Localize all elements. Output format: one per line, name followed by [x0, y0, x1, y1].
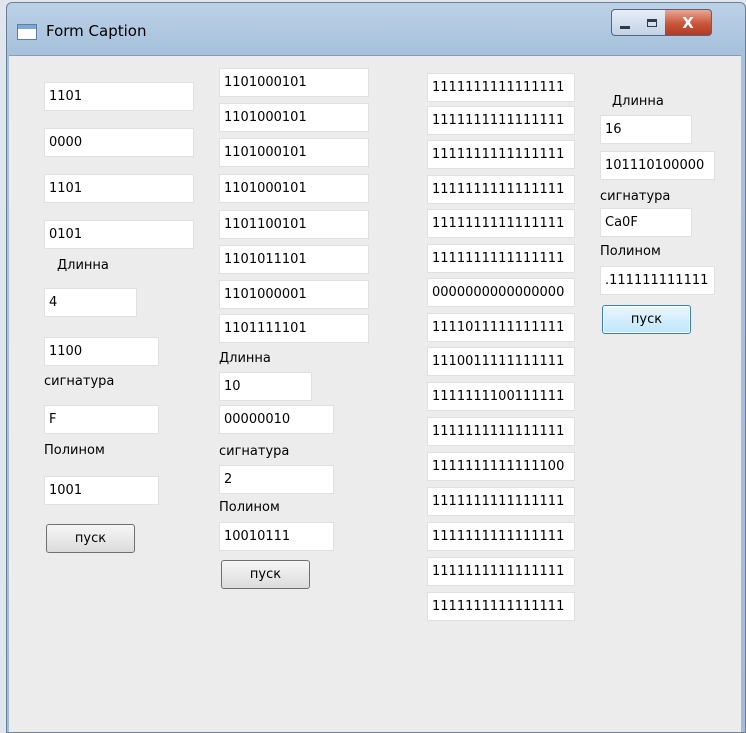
- p3-field-11[interactable]: 1111111111111111: [427, 417, 575, 446]
- p1-result-field[interactable]: 1100: [44, 337, 159, 366]
- p3-field-15[interactable]: 1111111111111111: [427, 557, 575, 586]
- p3-field-7[interactable]: 0000000000000000: [427, 278, 575, 307]
- p2-field-2[interactable]: 1101000101: [219, 103, 369, 132]
- title-bar[interactable]: Form Caption X: [7, 3, 745, 55]
- p4-length-label: Длинна: [612, 94, 664, 109]
- p3-field-10[interactable]: 1111111100111111: [427, 382, 575, 411]
- p2-field-4[interactable]: 1101000101: [219, 174, 369, 203]
- p3-field-9[interactable]: 1110011111111111: [427, 347, 575, 376]
- p2-run-button[interactable]: пуск: [221, 560, 310, 589]
- p3-field-5[interactable]: 1111111111111111: [427, 209, 575, 238]
- p1-poly-label: Полином: [44, 443, 105, 458]
- p1-field-1[interactable]: 1101: [44, 82, 194, 111]
- p3-field-13[interactable]: 1111111111111111: [427, 487, 575, 516]
- p4-poly-label: Полином: [600, 244, 661, 259]
- p2-poly-label: Полином: [219, 500, 280, 515]
- p2-field-6[interactable]: 1101011101: [219, 245, 369, 274]
- p1-field-3[interactable]: 1101: [44, 174, 194, 203]
- window-title: Form Caption: [46, 22, 147, 40]
- close-icon: X: [682, 13, 694, 32]
- main-window: Form Caption X 1101 0000 1101 0101 Длинн…: [6, 2, 746, 733]
- p1-field-2[interactable]: 0000: [44, 128, 194, 157]
- p3-field-4[interactable]: 1111111111111111: [427, 175, 575, 204]
- p3-field-6[interactable]: 1111111111111111: [427, 244, 575, 273]
- p1-poly-field[interactable]: 1001: [44, 476, 159, 505]
- p4-result-field[interactable]: 101110100000: [600, 151, 715, 180]
- p2-field-5[interactable]: 1101100101: [219, 210, 369, 239]
- p1-signature-field[interactable]: F: [44, 405, 159, 434]
- p2-result-field[interactable]: 00000010: [219, 405, 334, 434]
- p3-field-16[interactable]: 1111111111111111: [427, 592, 575, 621]
- p4-length-field[interactable]: 16: [600, 115, 692, 144]
- p1-length-field[interactable]: 4: [44, 288, 137, 317]
- p2-length-field[interactable]: 10: [219, 372, 312, 401]
- p2-field-8[interactable]: 1101111101: [219, 314, 369, 343]
- close-button[interactable]: X: [665, 9, 712, 36]
- p1-field-4[interactable]: 0101: [44, 220, 194, 249]
- p2-length-label: Длинна: [219, 351, 271, 366]
- p1-signature-label: сигнатура: [44, 374, 115, 389]
- window-icon: [17, 24, 37, 40]
- p2-field-1[interactable]: 1101000101: [219, 68, 369, 97]
- p2-poly-field[interactable]: 10010111: [219, 522, 334, 551]
- p4-run-button[interactable]: пуск: [602, 305, 691, 334]
- p2-signature-label: сигнатура: [219, 444, 290, 459]
- p3-field-3[interactable]: 1111111111111111: [427, 140, 575, 169]
- minimize-icon: [620, 25, 630, 29]
- p2-field-7[interactable]: 1101000001: [219, 280, 369, 309]
- p4-poly-field[interactable]: .111111111111: [600, 266, 715, 295]
- p2-field-3[interactable]: 1101000101: [219, 138, 369, 167]
- p3-field-12[interactable]: 1111111111111100: [427, 452, 575, 481]
- p4-signature-label: сигнатура: [600, 189, 671, 204]
- minimize-button[interactable]: [611, 9, 639, 36]
- p4-signature-field[interactable]: Ca0F: [600, 208, 692, 237]
- p3-field-2[interactable]: 1111111111111111: [427, 106, 575, 135]
- p3-field-8[interactable]: 1111011111111111: [427, 313, 575, 342]
- p1-length-label: Длинна: [57, 258, 109, 273]
- maximize-button[interactable]: [638, 9, 666, 36]
- p3-field-14[interactable]: 1111111111111111: [427, 522, 575, 551]
- p3-field-1[interactable]: 1111111111111111: [427, 73, 575, 102]
- p2-signature-field[interactable]: 2: [219, 465, 334, 494]
- p1-run-button[interactable]: пуск: [46, 524, 135, 553]
- form-client-area: 1101 0000 1101 0101 Длинна 4 1100 сигнат…: [9, 55, 741, 732]
- maximize-icon: [646, 18, 657, 27]
